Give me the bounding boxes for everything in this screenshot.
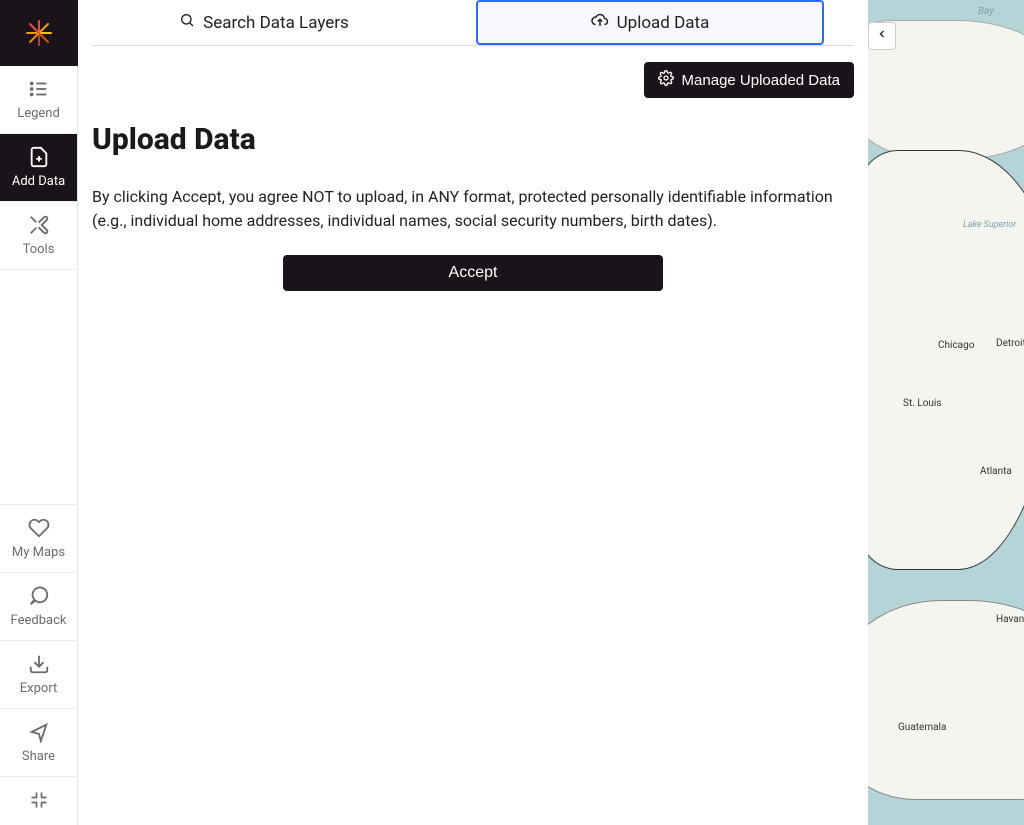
spark-logo-icon xyxy=(21,15,57,51)
gear-icon xyxy=(658,70,674,90)
heart-icon xyxy=(28,515,50,541)
sidebar-item-label: Export xyxy=(20,681,58,696)
sidebar-item-my-maps[interactable]: My Maps xyxy=(0,504,77,572)
sidebar-item-label: Legend xyxy=(17,106,60,121)
app-logo[interactable] xyxy=(0,0,78,66)
sidebar: Legend Add Data Tools My Maps Feedback xyxy=(0,0,78,825)
map-water-label: Bay xyxy=(978,6,994,17)
sidebar-bottom-group: My Maps Feedback Export Share xyxy=(0,504,77,825)
tab-search-data-layers[interactable]: Search Data Layers xyxy=(92,0,436,45)
exit-fullscreen-icon xyxy=(29,787,49,813)
list-icon xyxy=(28,76,50,102)
chevron-left-icon xyxy=(876,28,888,44)
sidebar-item-fullscreen[interactable] xyxy=(0,776,77,825)
map-city-label: Detroit xyxy=(996,338,1024,349)
sidebar-item-feedback[interactable]: Feedback xyxy=(0,572,77,640)
sidebar-item-share[interactable]: Share xyxy=(0,708,77,776)
tab-upload-data[interactable]: Upload Data xyxy=(476,0,824,45)
tab-label: Upload Data xyxy=(617,13,710,33)
add-file-icon xyxy=(28,144,50,170)
map-city-label: Havana xyxy=(996,614,1024,625)
manage-uploaded-data-button[interactable]: Manage Uploaded Data xyxy=(644,62,854,98)
sidebar-item-legend[interactable]: Legend xyxy=(0,66,77,134)
sidebar-item-tools[interactable]: Tools xyxy=(0,202,77,270)
sidebar-item-label: My Maps xyxy=(12,545,65,560)
map-landmass xyxy=(868,150,1024,570)
download-icon xyxy=(28,651,50,677)
sidebar-spacer xyxy=(0,270,77,504)
map-city-label: St. Louis xyxy=(903,398,942,409)
tools-icon xyxy=(28,212,50,238)
map-landmass xyxy=(868,600,1024,800)
sidebar-item-add-data[interactable]: Add Data xyxy=(0,134,77,202)
main-panel: Search Data Layers Upload Data Manage Up… xyxy=(78,0,868,825)
manage-button-label: Manage Uploaded Data xyxy=(682,72,840,89)
map-lake-label: Lake Superior xyxy=(963,220,1016,230)
page-title: Upload Data xyxy=(92,122,854,157)
cloud-upload-icon xyxy=(591,11,609,34)
map-city-label: Chicago xyxy=(938,340,974,351)
share-icon xyxy=(28,719,50,745)
tab-bar: Search Data Layers Upload Data xyxy=(92,0,854,46)
upload-disclaimer: By clicking Accept, you agree NOT to upl… xyxy=(92,185,854,233)
sidebar-item-label: Tools xyxy=(23,242,55,257)
map-city-label: Guatemala xyxy=(898,722,946,733)
sidebar-item-label: Feedback xyxy=(11,613,67,628)
manage-row: Manage Uploaded Data xyxy=(78,46,868,98)
search-icon xyxy=(179,12,195,33)
chat-icon xyxy=(28,583,50,609)
map-pane[interactable]: Bay Lake Superior Chicago Detroit St. Lo… xyxy=(868,0,1024,825)
accept-button[interactable]: Accept xyxy=(283,255,663,291)
upload-content: Upload Data By clicking Accept, you agre… xyxy=(78,98,868,315)
sidebar-item-export[interactable]: Export xyxy=(0,640,77,708)
tab-label: Search Data Layers xyxy=(203,13,349,33)
map-city-label: Atlanta xyxy=(980,466,1012,477)
collapse-panel-button[interactable] xyxy=(868,22,896,50)
sidebar-item-label: Share xyxy=(22,749,55,764)
sidebar-item-label: Add Data xyxy=(12,174,65,189)
